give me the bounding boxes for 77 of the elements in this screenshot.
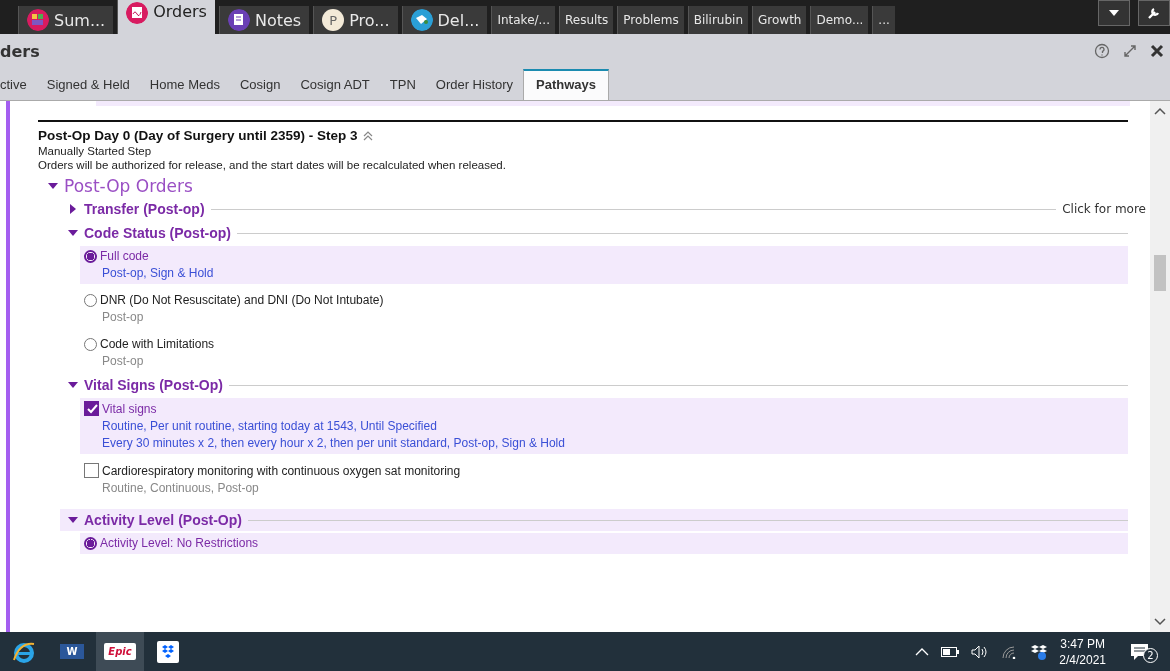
expand-icon[interactable] xyxy=(1122,43,1138,59)
clock-date[interactable]: 2/4/2021 xyxy=(1059,651,1106,668)
order-details: Post-op xyxy=(102,354,145,368)
app-tab[interactable]: Intake/... xyxy=(491,6,555,34)
scroll-thumb[interactable] xyxy=(1154,255,1166,291)
app-tab[interactable]: Problems xyxy=(617,6,684,34)
sub-tab[interactable]: Signed & Held xyxy=(36,77,140,100)
scrollbar[interactable] xyxy=(1150,101,1170,632)
section-title[interactable]: Transfer (Post-op) xyxy=(84,201,205,217)
order-details: Routine, Per unit routine, starting today at 1543, Until Specified xyxy=(102,419,438,433)
app-tab[interactable]: Growth xyxy=(752,6,807,34)
order-name[interactable]: Activity Level: No Restrictions xyxy=(100,536,259,550)
step-title: Post-Op Day 0 (Day of Surgery until 2359) - Step 3 xyxy=(38,128,358,143)
app-tab[interactable]: Bilirubin xyxy=(687,6,748,34)
radio-button[interactable] xyxy=(84,249,97,263)
letter-avatar: P xyxy=(322,9,345,31)
caret-icon xyxy=(1109,10,1119,16)
section-title[interactable]: Activity Level (Post-Op) xyxy=(84,512,242,528)
app-tab[interactable]: ... xyxy=(872,6,895,34)
clock-time[interactable]: 3:47 PM xyxy=(1060,635,1105,652)
dropbox-icon xyxy=(157,640,179,663)
collapse-icon xyxy=(361,129,374,142)
speaker-icon[interactable] xyxy=(971,644,990,659)
sub-tab[interactable]: Order History xyxy=(425,77,524,100)
order-details: Post-op xyxy=(102,310,145,324)
radio-button[interactable] xyxy=(84,536,97,550)
order-name[interactable]: Full code xyxy=(100,249,149,263)
section-title[interactable]: Vital Signs (Post-Op) xyxy=(84,377,223,393)
sub-tab[interactable]: Home Meds xyxy=(139,77,230,100)
taskbar-app[interactable]: W xyxy=(48,632,96,671)
sub-tab[interactable]: Pathways xyxy=(523,69,610,100)
sub-tab[interactable]: TPN xyxy=(379,77,426,100)
dropbox-sync-icon[interactable] xyxy=(1029,643,1048,660)
checkbox[interactable] xyxy=(84,401,99,416)
checkbox[interactable] xyxy=(84,463,99,478)
order-details: Routine, Continuous, Post-op xyxy=(102,481,260,495)
activity-title: ders xyxy=(0,41,40,61)
app-tab[interactable]: Del... xyxy=(401,6,488,34)
order-name[interactable]: Code with Limitations xyxy=(100,337,215,351)
app-tab[interactable]: Demo... xyxy=(810,6,869,34)
wrench-button[interactable] xyxy=(1138,0,1170,26)
dropdown-button[interactable] xyxy=(1098,0,1130,26)
app-tab[interactable]: Sum... xyxy=(18,6,114,34)
order-name[interactable]: Vital signs xyxy=(102,401,157,416)
scroll-down-icon[interactable] xyxy=(1154,618,1166,626)
wrench-icon xyxy=(1147,6,1161,20)
expanded-caret-icon[interactable] xyxy=(68,380,78,390)
step-note: Orders will be authorized for release, and the start dates will be recalculated when released. xyxy=(38,159,507,171)
app-tab[interactable]: Orders xyxy=(117,0,215,34)
expanded-caret-icon[interactable] xyxy=(68,515,78,525)
word-icon: W xyxy=(60,644,84,659)
expanded-caret-icon[interactable] xyxy=(48,181,58,191)
sub-tab[interactable]: Cosign xyxy=(229,77,291,100)
order-details: Every 30 minutes x 2, then every hour x 2, then per unit standard, Post-op, Sign & Hold xyxy=(102,436,566,450)
order-name[interactable]: DNR (Do Not Resuscitate) and DNI (Do Not Intubate) xyxy=(100,293,384,307)
collapsed-caret-icon[interactable] xyxy=(68,204,78,214)
group-title[interactable]: Post-Op Orders xyxy=(64,176,193,196)
app-tab[interactable]: Notes xyxy=(218,6,310,34)
wifi-icon[interactable] xyxy=(1001,644,1018,659)
scroll-up-icon[interactable] xyxy=(1154,107,1166,115)
notification-button[interactable]: 2 xyxy=(1128,640,1160,663)
step-subtitle: Manually Started Step xyxy=(38,145,153,157)
click-for-more-link[interactable]: Click for more xyxy=(1062,202,1146,216)
taskbar-app[interactable]: Epic xyxy=(96,632,144,671)
expanded-caret-icon[interactable] xyxy=(68,228,78,238)
app-tab[interactable]: P Pro... xyxy=(313,6,398,34)
chevron-up-icon[interactable] xyxy=(915,646,930,657)
sub-tab[interactable]: Cosign ADT xyxy=(290,77,380,100)
epic-logo: Epic xyxy=(104,643,136,660)
order-details: Post-op, Sign & Hold xyxy=(102,266,215,280)
close-icon[interactable] xyxy=(1150,44,1164,58)
help-icon[interactable] xyxy=(1094,43,1110,59)
battery-icon[interactable] xyxy=(941,646,960,657)
section-title[interactable]: Code Status (Post-op) xyxy=(84,225,231,241)
app-tab[interactable]: Results xyxy=(559,6,614,34)
sub-tab[interactable]: ctive xyxy=(0,77,37,100)
order-name[interactable]: Cardiorespiratory monitoring with continuous oxygen sat monitoring xyxy=(102,463,461,478)
